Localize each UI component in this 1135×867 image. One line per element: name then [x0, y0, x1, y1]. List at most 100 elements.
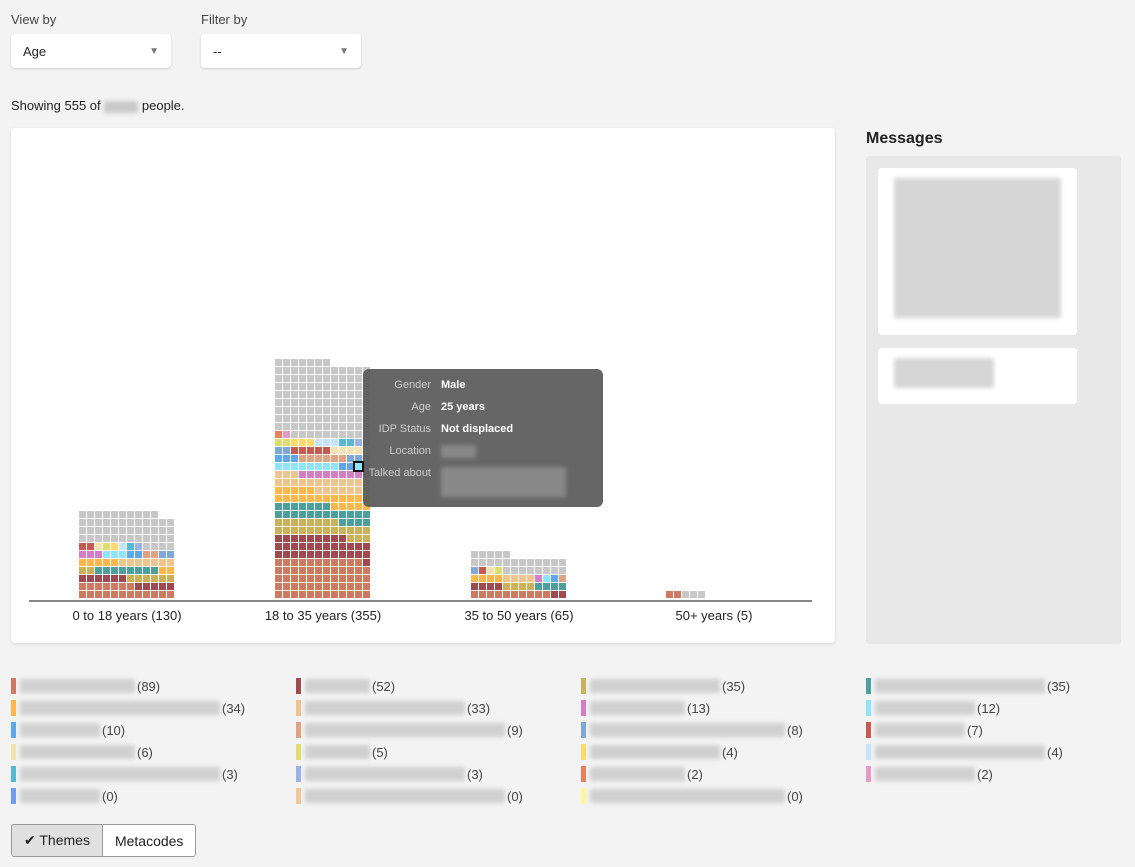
person-cell[interactable]	[559, 591, 566, 598]
person-cell[interactable]	[87, 527, 94, 534]
person-cell[interactable]	[143, 567, 150, 574]
person-cell[interactable]	[299, 551, 306, 558]
person-cell[interactable]	[347, 535, 354, 542]
person-cell[interactable]	[283, 535, 290, 542]
person-cell[interactable]	[283, 463, 290, 470]
person-cell[interactable]	[307, 511, 314, 518]
person-cell[interactable]	[315, 399, 322, 406]
person-cell[interactable]	[151, 551, 158, 558]
person-cell[interactable]	[159, 543, 166, 550]
person-cell[interactable]	[291, 383, 298, 390]
person-cell[interactable]	[167, 543, 174, 550]
legend-item[interactable]: (35)	[581, 677, 745, 695]
person-cell[interactable]	[307, 495, 314, 502]
person-cell[interactable]	[355, 391, 362, 398]
person-cell[interactable]	[347, 383, 354, 390]
person-cell[interactable]	[299, 391, 306, 398]
legend-item[interactable]: (8)	[581, 721, 803, 739]
person-cell[interactable]	[315, 415, 322, 422]
person-cell[interactable]	[315, 567, 322, 574]
person-cell[interactable]	[331, 559, 338, 566]
person-cell[interactable]	[307, 471, 314, 478]
person-cell[interactable]	[103, 575, 110, 582]
person-cell[interactable]	[291, 583, 298, 590]
person-cell[interactable]	[355, 567, 362, 574]
person-cell[interactable]	[315, 375, 322, 382]
person-cell[interactable]	[355, 367, 362, 374]
metacodes-button[interactable]: Metacodes	[102, 825, 196, 856]
person-cell[interactable]	[339, 487, 346, 494]
person-cell[interactable]	[339, 535, 346, 542]
person-cell[interactable]	[347, 551, 354, 558]
person-cell[interactable]	[519, 567, 526, 574]
person-cell[interactable]	[331, 383, 338, 390]
person-cell[interactable]	[543, 575, 550, 582]
person-cell[interactable]	[275, 375, 282, 382]
person-cell[interactable]	[347, 487, 354, 494]
person-cell[interactable]	[347, 527, 354, 534]
person-cell[interactable]	[299, 407, 306, 414]
themes-button[interactable]: ✔ Themes	[12, 825, 103, 856]
person-cell[interactable]	[275, 439, 282, 446]
person-cell[interactable]	[167, 567, 174, 574]
person-cell[interactable]	[355, 423, 362, 430]
person-cell[interactable]	[307, 551, 314, 558]
person-cell[interactable]	[103, 567, 110, 574]
person-cell[interactable]	[339, 439, 346, 446]
person-cell[interactable]	[275, 567, 282, 574]
person-cell[interactable]	[291, 479, 298, 486]
person-cell[interactable]	[119, 519, 126, 526]
person-cell[interactable]	[339, 367, 346, 374]
person-cell[interactable]	[79, 527, 86, 534]
person-cell[interactable]	[666, 591, 673, 598]
person-cell[interactable]	[347, 439, 354, 446]
person-cell[interactable]	[339, 415, 346, 422]
person-cell[interactable]	[323, 415, 330, 422]
person-cell[interactable]	[103, 527, 110, 534]
person-cell[interactable]	[143, 511, 150, 518]
person-cell[interactable]	[87, 511, 94, 518]
person-cell[interactable]	[331, 519, 338, 526]
person-cell[interactable]	[275, 519, 282, 526]
person-cell[interactable]	[283, 551, 290, 558]
person-cell[interactable]	[315, 535, 322, 542]
person-cell[interactable]	[323, 439, 330, 446]
person-cell[interactable]	[307, 527, 314, 534]
legend-item[interactable]: (3)	[296, 765, 483, 783]
person-cell[interactable]	[283, 487, 290, 494]
person-cell[interactable]	[291, 575, 298, 582]
person-cell[interactable]	[323, 447, 330, 454]
person-cell[interactable]	[347, 367, 354, 374]
person-cell[interactable]	[479, 551, 486, 558]
person-cell[interactable]	[291, 415, 298, 422]
person-cell[interactable]	[291, 391, 298, 398]
person-cell[interactable]	[559, 583, 566, 590]
person-cell[interactable]	[355, 479, 362, 486]
person-cell[interactable]	[331, 439, 338, 446]
person-cell[interactable]	[283, 391, 290, 398]
person-cell[interactable]	[119, 535, 126, 542]
person-cell[interactable]	[95, 575, 102, 582]
person-cell[interactable]	[323, 367, 330, 374]
person-cell[interactable]	[111, 519, 118, 526]
person-cell[interactable]	[339, 527, 346, 534]
legend-item[interactable]: (89)	[11, 677, 160, 695]
person-cell[interactable]	[151, 519, 158, 526]
person-cell[interactable]	[167, 559, 174, 566]
person-cell[interactable]	[347, 423, 354, 430]
person-cell[interactable]	[331, 511, 338, 518]
legend-item[interactable]: (52)	[296, 677, 395, 695]
person-cell[interactable]	[283, 583, 290, 590]
person-cell[interactable]	[87, 591, 94, 598]
person-cell[interactable]	[95, 519, 102, 526]
person-cell[interactable]	[323, 463, 330, 470]
person-cell[interactable]	[527, 583, 534, 590]
person-cell[interactable]	[323, 375, 330, 382]
person-cell[interactable]	[347, 559, 354, 566]
person-cell[interactable]	[111, 559, 118, 566]
person-cell[interactable]	[551, 583, 558, 590]
person-cell[interactable]	[511, 575, 518, 582]
person-cell[interactable]	[339, 543, 346, 550]
person-cell[interactable]	[519, 583, 526, 590]
person-cell[interactable]	[95, 583, 102, 590]
